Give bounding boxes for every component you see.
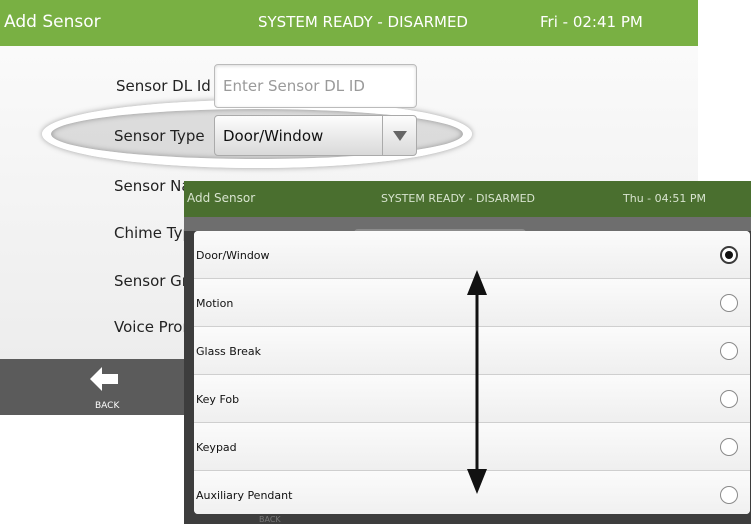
popup-title: Add Sensor — [187, 191, 256, 205]
sensor-type-popup: Add Sensor SYSTEM READY - DISARMED Thu -… — [184, 181, 751, 524]
option-row-motion[interactable]: Motion — [194, 279, 750, 327]
option-label: Keypad — [196, 441, 237, 454]
option-row-key-fob[interactable]: Key Fob — [194, 375, 750, 423]
radio-unselected-icon[interactable] — [720, 342, 738, 360]
popup-back-label[interactable]: BACK — [259, 515, 281, 524]
dimmed-form-strip — [184, 217, 751, 239]
date-time: Fri - 02:41 PM — [540, 13, 643, 31]
radio-unselected-icon[interactable] — [720, 438, 738, 456]
popup-date-time: Thu - 04:51 PM — [623, 192, 706, 205]
option-label: Auxiliary Pendant — [196, 489, 293, 502]
sensor-group-label: Sensor Gr — [114, 272, 188, 290]
option-row-door-window[interactable]: Door/Window — [194, 231, 750, 279]
chime-type-label: Chime Typ — [114, 224, 192, 242]
option-label: Glass Break — [196, 345, 261, 358]
sensor-type-options-list[interactable]: Door/Window Motion Glass Break Key Fob K… — [194, 231, 750, 514]
option-row-glass-break[interactable]: Glass Break — [194, 327, 750, 375]
radio-unselected-icon[interactable] — [720, 294, 738, 312]
radio-unselected-icon[interactable] — [720, 486, 738, 504]
sensor-type-label: Sensor Type — [114, 127, 205, 145]
sensor-dl-id-input[interactable]: Enter Sensor DL ID — [214, 64, 417, 108]
back-arrow-icon[interactable] — [90, 367, 118, 391]
popup-system-status: SYSTEM READY - DISARMED — [381, 192, 535, 205]
radio-unselected-icon[interactable] — [720, 390, 738, 408]
option-label: Key Fob — [196, 393, 240, 406]
sensor-type-value: Door/Window — [223, 127, 324, 145]
dropdown-arrow-icon[interactable] — [382, 116, 416, 155]
page-title: Add Sensor — [4, 12, 101, 32]
option-label: Motion — [196, 297, 234, 310]
radio-selected-icon[interactable] — [720, 246, 738, 264]
sensor-type-select[interactable]: Door/Window — [214, 115, 417, 156]
popup-header-bar: Add Sensor SYSTEM READY - DISARMED Thu -… — [184, 181, 751, 217]
header-bar: Add Sensor SYSTEM READY - DISARMED Fri -… — [0, 0, 698, 46]
option-label: Door/Window — [196, 249, 270, 262]
sensor-name-label: Sensor Na — [114, 177, 191, 195]
voice-prompt-label: Voice Pror — [114, 318, 189, 336]
option-row-auxiliary-pendant[interactable]: Auxiliary Pendant — [194, 471, 750, 514]
sensor-dl-id-label: Sensor DL Id — [116, 77, 211, 95]
back-button-label[interactable]: BACK — [95, 401, 119, 411]
option-row-keypad[interactable]: Keypad — [194, 423, 750, 471]
system-status: SYSTEM READY - DISARMED — [258, 13, 468, 31]
